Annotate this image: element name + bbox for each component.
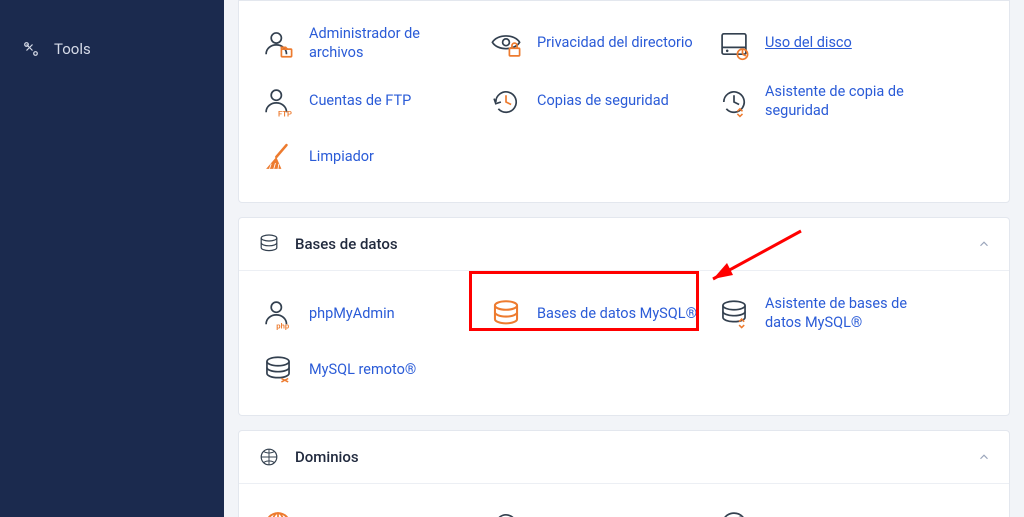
panel-title: Bases de datos (295, 235, 398, 253)
redirect-icon (489, 508, 523, 517)
sidebar: Tools (0, 0, 224, 517)
item-mysql-databases[interactable]: Bases de datos MySQL® (479, 285, 707, 343)
sidebar-item-label: Tools (54, 40, 91, 58)
item-label: Administrador de archivos (309, 25, 469, 63)
broom-icon (261, 140, 295, 174)
item-label: MySQL remoto® (309, 361, 416, 380)
globe-icon (257, 445, 281, 469)
item-label: Bases de datos MySQL® (537, 305, 697, 324)
item-file-manager[interactable]: Administrador de archivos (251, 15, 479, 73)
item-label: Copias de seguridad (537, 92, 669, 111)
sidebar-item-tools[interactable]: Tools (0, 28, 224, 70)
database-orange-icon (489, 297, 523, 331)
chevron-up-icon (977, 237, 991, 251)
rocket-icon (717, 508, 751, 517)
eye-lock-icon (489, 27, 523, 61)
item-domains[interactable]: Dominios (251, 498, 479, 517)
database-icon (257, 232, 281, 256)
clock-back-icon (489, 85, 523, 119)
item-label: Uso del disco (765, 34, 852, 53)
item-label: phpMyAdmin (309, 305, 395, 324)
user-folder-icon (261, 27, 295, 61)
clock-wizard-icon (717, 85, 751, 119)
user-ftp-icon: FTP (261, 85, 295, 119)
panel-header-databases[interactable]: Bases de datos (239, 218, 1009, 271)
item-label: Asistente de bases de datos MySQL® (765, 295, 925, 333)
item-ftp-accounts[interactable]: FTP Cuentas de FTP (251, 73, 479, 131)
databases-panel: Bases de datos php phpMyAdmin (238, 217, 1010, 416)
svg-text:FTP: FTP (278, 109, 292, 118)
item-backup-wizard[interactable]: Asistente de copia de seguridad (707, 73, 935, 131)
database-remote-icon (261, 353, 295, 387)
wrench-icon (22, 40, 40, 58)
item-backups[interactable]: Copias de seguridad (479, 73, 707, 131)
files-panel: Administrador de archivos Privacidad del… (238, 0, 1010, 203)
domains-panel: Dominios Dominios (238, 430, 1010, 517)
item-phpmyadmin[interactable]: php phpMyAdmin (251, 285, 479, 343)
disk-icon (717, 27, 751, 61)
panel-header-domains[interactable]: Dominios (239, 431, 1009, 484)
item-label: Cuentas de FTP (309, 92, 411, 111)
item-cleaner[interactable]: Limpiador (251, 130, 479, 184)
main-content: Administrador de archivos Privacidad del… (224, 0, 1024, 517)
item-zone-editor[interactable]: Zone Editor (707, 498, 935, 517)
item-label: Limpiador (309, 148, 374, 167)
item-label: Asistente de copia de seguridad (765, 83, 925, 121)
panel-title: Dominios (295, 448, 359, 466)
chevron-up-icon (977, 450, 991, 464)
item-disk-usage[interactable]: Uso del disco (707, 15, 935, 73)
item-mysql-wizard[interactable]: Asistente de bases de datos MySQL® (707, 285, 935, 343)
item-label: Privacidad del directorio (537, 34, 693, 53)
svg-text:php: php (276, 322, 290, 331)
item-redirects[interactable]: Redirige (479, 498, 707, 517)
database-wizard-icon (717, 297, 751, 331)
globe-orange-icon (261, 508, 295, 517)
user-php-icon: php (261, 297, 295, 331)
item-directory-privacy[interactable]: Privacidad del directorio (479, 15, 707, 73)
item-mysql-remote[interactable]: MySQL remoto® (251, 343, 479, 397)
